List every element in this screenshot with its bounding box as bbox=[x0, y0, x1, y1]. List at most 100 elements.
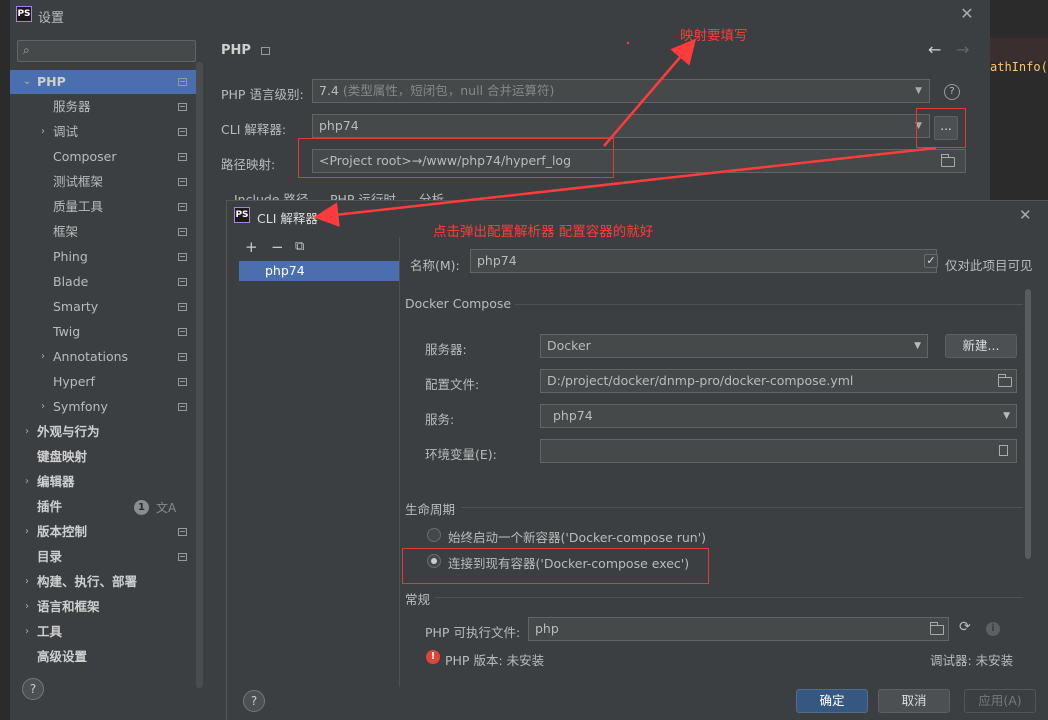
sidebar-item[interactable]: › 版本控制 bbox=[10, 520, 200, 544]
sidebar-item[interactable]: › Annotations bbox=[10, 345, 200, 369]
dialog-title: CLI 解释器 bbox=[257, 211, 318, 226]
sidebar-item[interactable]: Phing bbox=[10, 245, 200, 269]
name-input[interactable]: php74 bbox=[470, 249, 937, 273]
chevron-right-icon[interactable]: › bbox=[21, 520, 33, 544]
sidebar-item[interactable]: › Symfony bbox=[10, 395, 200, 419]
service-label: 服务: bbox=[425, 412, 455, 427]
window-title: 设置 bbox=[38, 11, 65, 26]
sidebar-item[interactable]: Twig bbox=[10, 320, 200, 344]
page-title: PHP bbox=[221, 43, 251, 58]
ok-button[interactable]: 确定 bbox=[796, 689, 868, 713]
close-icon[interactable]: ✕ bbox=[1019, 206, 1032, 224]
project-scope-icon bbox=[178, 553, 187, 561]
help-button[interactable]: ? bbox=[22, 678, 44, 700]
docker-compose-section: Docker Compose bbox=[405, 296, 512, 311]
language-level-label: PHP 语言级别: bbox=[221, 87, 304, 102]
config-file-input[interactable]: D:/project/docker/dnmp-pro/docker-compos… bbox=[540, 369, 1017, 393]
sidebar-item[interactable]: ⌄ PHP bbox=[10, 70, 200, 94]
section-divider bbox=[515, 304, 1023, 305]
sidebar-item[interactable]: Blade bbox=[10, 270, 200, 294]
sidebar-item-label: Hyperf bbox=[53, 374, 95, 389]
remove-icon[interactable]: − bbox=[271, 237, 284, 257]
chevron-right-icon[interactable]: › bbox=[37, 395, 49, 419]
chevron-down-icon[interactable]: ⌄ bbox=[21, 70, 33, 94]
project-scope-icon bbox=[178, 228, 187, 236]
add-icon[interactable]: + bbox=[245, 237, 258, 257]
php-executable-value: php bbox=[535, 621, 559, 636]
chevron-down-icon: ▼ bbox=[914, 341, 921, 351]
cli-interpreter-label: CLI 解释器: bbox=[221, 122, 287, 137]
sidebar-item[interactable]: › 调试 bbox=[10, 120, 200, 144]
background-editor-right: athInfo( bbox=[990, 0, 1048, 210]
sidebar-item[interactable]: 服务器 bbox=[10, 95, 200, 119]
copy-icon[interactable]: ⧉ bbox=[295, 237, 304, 257]
sidebar-item[interactable]: 质量工具 bbox=[10, 195, 200, 219]
forward-arrow-icon[interactable]: → bbox=[956, 40, 969, 59]
sidebar-item-label: Blade bbox=[53, 274, 89, 289]
radio-run-label: 始终启动一个新容器('Docker-compose run') bbox=[448, 530, 707, 545]
sidebar-item-label: 测试框架 bbox=[53, 174, 104, 189]
error-icon: ! bbox=[426, 650, 440, 664]
cli-interpreter-select[interactable]: php74 ▼ bbox=[312, 114, 930, 138]
sidebar-item[interactable]: 框架 bbox=[10, 220, 200, 244]
sidebar-item[interactable]: › 编辑器 bbox=[10, 470, 200, 494]
sidebar-item[interactable]: Hyperf bbox=[10, 370, 200, 394]
folder-icon[interactable] bbox=[941, 154, 955, 167]
sidebar-item-label: 服务器 bbox=[53, 99, 91, 114]
project-only-checkbox[interactable]: ✓ bbox=[924, 254, 938, 268]
sidebar-item[interactable]: › 外观与行为 bbox=[10, 420, 200, 444]
sidebar-item-label: 目录 bbox=[37, 549, 63, 564]
chevron-right-icon[interactable]: › bbox=[37, 120, 49, 144]
sidebar-item[interactable]: Smarty bbox=[10, 295, 200, 319]
sidebar-scrollbar[interactable] bbox=[196, 62, 203, 688]
project-scope-icon bbox=[178, 153, 187, 161]
section-divider bbox=[461, 507, 1023, 508]
chevron-right-icon[interactable]: › bbox=[21, 420, 33, 444]
refresh-icon[interactable]: ⟳ bbox=[959, 619, 971, 635]
chevron-right-icon[interactable]: › bbox=[37, 345, 49, 369]
document-icon[interactable] bbox=[999, 445, 1008, 456]
service-select[interactable]: php74 ▼ bbox=[540, 404, 1017, 428]
back-arrow-icon[interactable]: ← bbox=[928, 40, 941, 59]
sidebar-item[interactable]: Composer bbox=[10, 145, 200, 169]
chevron-right-icon[interactable]: › bbox=[21, 570, 33, 594]
sidebar-item[interactable]: 目录 bbox=[10, 545, 200, 569]
php-executable-input[interactable]: php bbox=[528, 617, 949, 641]
form-scrollbar[interactable] bbox=[1025, 289, 1031, 559]
project-scope-icon bbox=[178, 353, 187, 361]
language-level-select[interactable]: 7.4 (类型属性，短闭包，null 合并运算符) ▼ bbox=[312, 79, 930, 103]
sidebar-item[interactable]: 高级设置 bbox=[10, 645, 200, 669]
sidebar-item-label: 高级设置 bbox=[37, 649, 88, 664]
chevron-right-icon[interactable]: › bbox=[21, 595, 33, 619]
sidebar-item[interactable]: 键盘映射 bbox=[10, 445, 200, 469]
server-label: 服务器: bbox=[425, 342, 467, 357]
chevron-right-icon[interactable]: › bbox=[21, 470, 33, 494]
sidebar-item[interactable]: 插件 1 文A bbox=[10, 495, 200, 519]
folder-icon[interactable] bbox=[930, 622, 944, 635]
help-circle-icon[interactable]: ? bbox=[944, 84, 960, 100]
sidebar-item[interactable]: › 工具 bbox=[10, 620, 200, 644]
list-item[interactable]: php74 bbox=[239, 261, 399, 281]
env-vars-input[interactable] bbox=[540, 439, 1017, 463]
background-editor-left bbox=[0, 0, 10, 720]
chevron-right-icon[interactable]: › bbox=[21, 620, 33, 644]
info-icon[interactable]: i bbox=[986, 622, 1000, 636]
sidebar-item-label: 外观与行为 bbox=[37, 424, 100, 439]
search-input[interactable]: ⌕ bbox=[17, 40, 196, 62]
radio-run[interactable] bbox=[427, 528, 441, 542]
apply-button[interactable]: 应用(A) bbox=[964, 689, 1036, 713]
sidebar-item[interactable]: › 语言和框架 bbox=[10, 595, 200, 619]
folder-icon[interactable] bbox=[998, 374, 1012, 387]
new-server-button[interactable]: 新建... bbox=[945, 334, 1017, 358]
close-icon[interactable]: ✕ bbox=[958, 5, 976, 23]
cancel-button[interactable]: 取消 bbox=[878, 689, 950, 713]
help-button[interactable]: ? bbox=[243, 690, 265, 712]
exec-option-highlight bbox=[402, 548, 709, 584]
sidebar-item[interactable]: 测试框架 bbox=[10, 170, 200, 194]
server-select[interactable]: Docker ▼ bbox=[540, 334, 928, 358]
project-only-label: 仅对此项目可见 bbox=[945, 258, 1033, 273]
php-version-status: PHP 版本: 未安装 bbox=[445, 653, 545, 668]
path-mappings-label: 路径映射: bbox=[221, 157, 276, 172]
project-scope-icon bbox=[178, 203, 187, 211]
sidebar-item[interactable]: › 构建、执行、部署 bbox=[10, 570, 200, 594]
